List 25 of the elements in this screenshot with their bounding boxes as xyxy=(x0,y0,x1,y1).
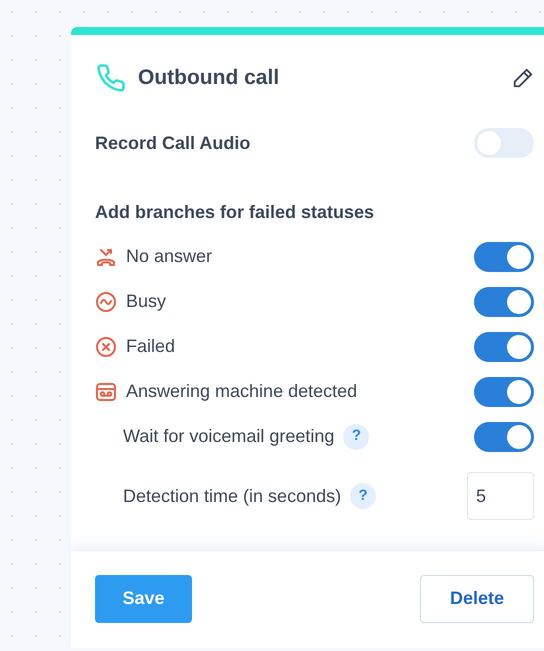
toggle-switch[interactable] xyxy=(474,376,534,406)
toggle-switch[interactable] xyxy=(474,128,534,158)
busy-wave-icon xyxy=(95,290,117,312)
help-badge[interactable]: ? xyxy=(343,424,370,450)
voicemail-icon xyxy=(95,380,117,402)
toggle-switch[interactable] xyxy=(474,286,534,316)
status-label: Answering machine detected xyxy=(126,380,358,403)
panel-title: Outbound call xyxy=(138,65,280,92)
help-badge[interactable]: ? xyxy=(350,483,376,509)
status-label: Failed xyxy=(126,335,176,358)
record-audio-label: Record Call Audio xyxy=(95,132,250,154)
status-label: No answer xyxy=(126,245,212,268)
option-label: Wait for voicemail greeting xyxy=(123,425,334,448)
save-button[interactable]: Save xyxy=(95,574,192,622)
edit-pencil-icon[interactable] xyxy=(512,67,534,89)
option-label: Detection time (in seconds) xyxy=(123,484,342,508)
number-field[interactable]: 5 xyxy=(467,472,534,520)
toggle-switch[interactable] xyxy=(474,242,534,272)
status-label: Busy xyxy=(126,290,166,313)
delete-button[interactable]: Delete xyxy=(420,574,534,622)
x-circle-icon xyxy=(95,336,117,358)
section-heading: Add branches for failed statuses xyxy=(95,200,374,224)
phone-icon xyxy=(96,63,126,93)
toggle-switch[interactable] xyxy=(474,422,534,452)
toggle-switch[interactable] xyxy=(474,332,534,362)
